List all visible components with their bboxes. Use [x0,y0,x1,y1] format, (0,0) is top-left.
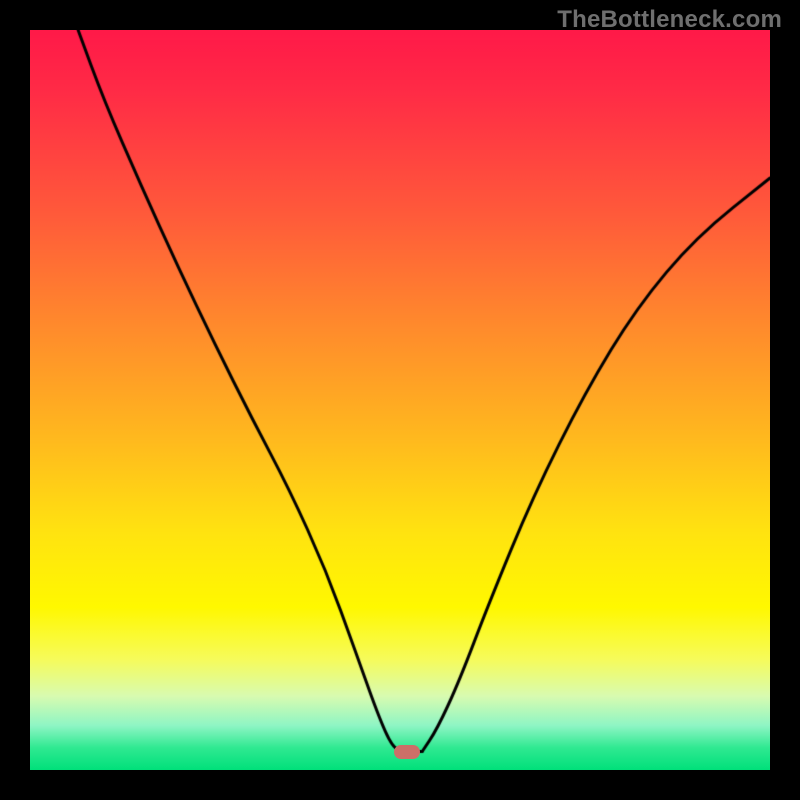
watermark-text: TheBottleneck.com [557,6,782,34]
bottleneck-curve [30,30,770,770]
plot-area [30,30,770,770]
optimal-marker [394,745,420,759]
chart-frame: TheBottleneck.com [0,0,800,800]
